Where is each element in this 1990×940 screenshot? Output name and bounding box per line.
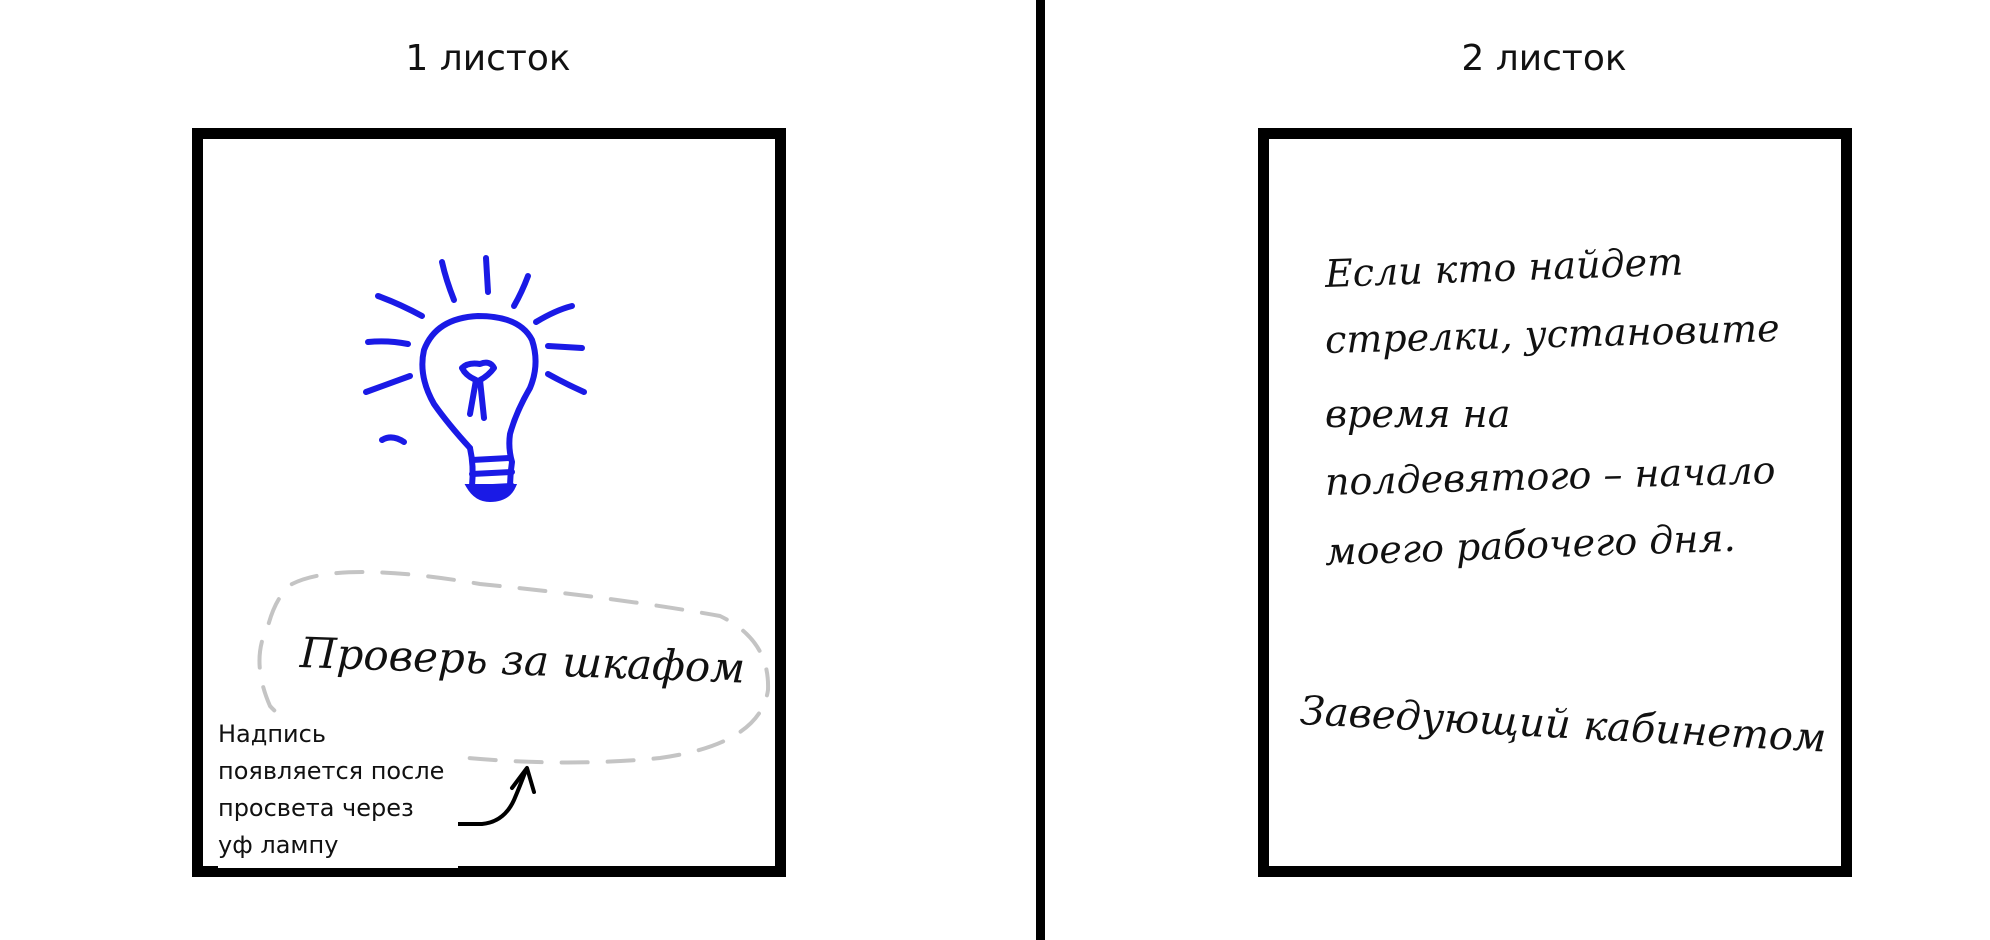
message-line: время на bbox=[1325, 392, 1511, 436]
uv-note-line: Надпись bbox=[218, 720, 326, 748]
uv-note-line: появляется после bbox=[218, 757, 445, 785]
uv-note-line: уф лампу bbox=[218, 831, 339, 859]
uv-note: Надпись появляется после просвета через … bbox=[218, 716, 458, 868]
uv-note-line: просвета через bbox=[218, 794, 414, 822]
sheet-2-title: 2 листок bbox=[1461, 38, 1627, 79]
sheet-1-title: 1 листок bbox=[405, 38, 571, 79]
vertical-divider bbox=[1036, 0, 1045, 940]
